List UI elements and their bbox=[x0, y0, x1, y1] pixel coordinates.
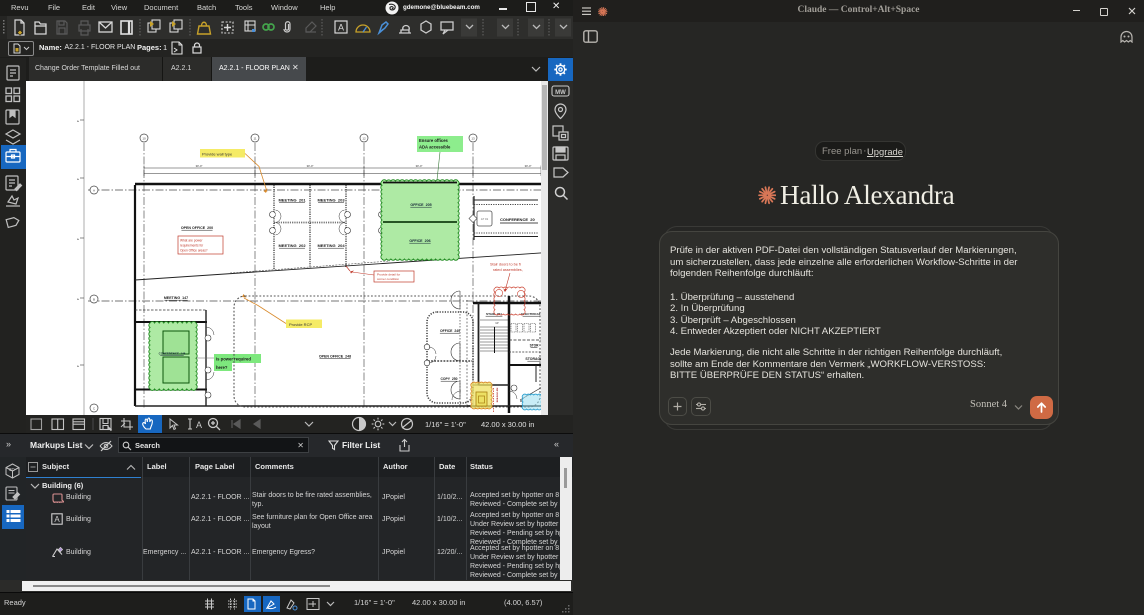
svg-text:MEETING 202: MEETING 202 bbox=[278, 243, 306, 248]
svg-text:OFFICE 205: OFFICE 205 bbox=[410, 203, 431, 207]
svg-text:MW: MW bbox=[555, 90, 566, 96]
svg-text:A7 01: A7 01 bbox=[481, 217, 489, 221]
svg-text:MEETING 203: MEETING 203 bbox=[317, 198, 345, 203]
svg-text:OPEN OFFICE 248: OPEN OFFICE 248 bbox=[319, 355, 351, 359]
svg-text:Provide wall type: Provide wall type bbox=[202, 152, 233, 157]
svg-text:MEETING 147: MEETING 147 bbox=[164, 296, 188, 300]
svg-text:B: B bbox=[93, 298, 95, 302]
svg-text:10: 10 bbox=[142, 137, 146, 141]
svg-text:30'-0": 30'-0" bbox=[196, 164, 203, 168]
svg-text:STOR: STOR bbox=[530, 344, 539, 348]
svg-text:Open Office areas?: Open Office areas? bbox=[180, 249, 208, 253]
svg-text:30'-0": 30'-0" bbox=[307, 164, 314, 168]
svg-text:Ensure offices: Ensure offices bbox=[419, 138, 449, 143]
svg-text:30'-0": 30'-0" bbox=[416, 164, 423, 168]
svg-text:Provide RCP: Provide RCP bbox=[289, 322, 312, 327]
svg-text:MEETING 201: MEETING 201 bbox=[278, 198, 306, 203]
svg-text:OFFICE 206: OFFICE 206 bbox=[409, 239, 430, 243]
svg-text:A: A bbox=[196, 420, 202, 430]
svg-text:CONFERENCE 146: CONFERENCE 146 bbox=[159, 352, 186, 356]
svg-text:OPEN OFFICE 200: OPEN OFFICE 200 bbox=[181, 226, 213, 230]
svg-text:STORAGE: STORAGE bbox=[525, 357, 541, 361]
svg-text:BUILDING RM: BUILDING RM bbox=[497, 388, 499, 403]
svg-text:CONFERENCE 20: CONFERENCE 20 bbox=[500, 217, 535, 222]
svg-text:30'-0": 30'-0" bbox=[525, 164, 532, 168]
svg-text:here?: here? bbox=[216, 365, 228, 370]
svg-text:A: A bbox=[54, 515, 60, 524]
svg-text:OFFICE 249: OFFICE 249 bbox=[440, 329, 460, 333]
svg-text:MEETING 204: MEETING 204 bbox=[317, 243, 345, 248]
svg-text:ADA accessible: ADA accessible bbox=[419, 145, 451, 150]
svg-text:A: A bbox=[338, 23, 344, 33]
svg-text:COPY 250: COPY 250 bbox=[440, 377, 457, 381]
svg-text:42.00 x 30.00 in: 42.00 x 30.00 in bbox=[481, 420, 534, 429]
svg-text:Provide detail for: Provide detail for bbox=[377, 273, 400, 277]
svg-text:A: A bbox=[93, 189, 95, 193]
svg-text:UP: UP bbox=[495, 322, 499, 325]
svg-text:rated assemblies,: rated assemblies, bbox=[493, 268, 523, 272]
svg-text:Stair doors to be fi: Stair doors to be fi bbox=[490, 263, 521, 267]
svg-text:requirements for: requirements for bbox=[180, 244, 204, 248]
svg-text:1/16" = 1'-0": 1/16" = 1'-0" bbox=[425, 420, 466, 429]
svg-text:13: 13 bbox=[471, 137, 475, 141]
svg-text:What are power: What are power bbox=[180, 239, 203, 243]
svg-text:corner condition: corner condition bbox=[377, 277, 399, 281]
svg-text:11: 11 bbox=[253, 137, 256, 141]
svg-text:3D: 3D bbox=[9, 467, 16, 472]
svg-text:12: 12 bbox=[362, 137, 366, 141]
